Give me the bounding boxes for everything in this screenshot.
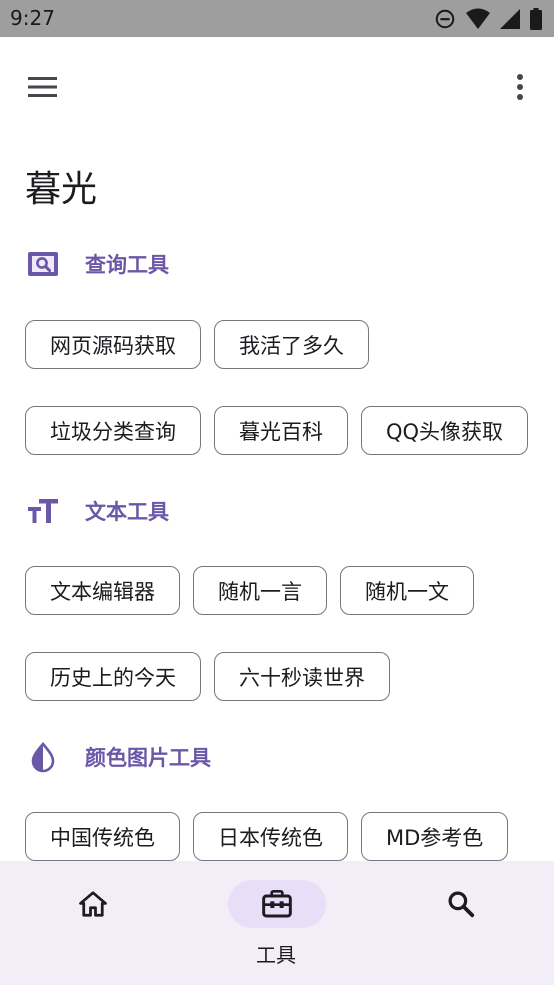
do-not-disturb-icon xyxy=(435,9,455,29)
status-time: 9:27 xyxy=(10,6,55,30)
home-icon xyxy=(79,891,107,917)
nav-indicator xyxy=(228,880,326,928)
chip-japanese-traditional-colors[interactable]: 日本传统色 xyxy=(193,812,348,861)
section-label: 颜色图片工具 xyxy=(85,746,211,770)
chip-row: 网页源码获取 我活了多久 xyxy=(25,320,369,369)
section-label: 文本工具 xyxy=(85,500,169,524)
app-bar xyxy=(0,37,554,137)
text-fields-icon xyxy=(28,499,58,523)
chip-qq-avatar[interactable]: QQ头像获取 xyxy=(361,406,529,455)
status-bar: 9:27 xyxy=(0,0,554,37)
chip-sixty-seconds-news[interactable]: 六十秒读世界 xyxy=(214,652,390,701)
chip-md-reference-colors[interactable]: MD参考色 xyxy=(361,812,509,861)
section-header-color-image-tools: 颜色图片工具 xyxy=(25,737,211,777)
chip-today-in-history[interactable]: 历史上的今天 xyxy=(25,652,201,701)
page-title: 暮光 xyxy=(25,169,98,210)
chip-garbage-classification[interactable]: 垃圾分类查询 xyxy=(25,406,201,455)
more-vert-icon xyxy=(517,74,523,100)
chip-row: 垃圾分类查询 暮光百科 QQ头像获取 xyxy=(25,406,529,455)
chip-row: 历史上的今天 六十秒读世界 xyxy=(25,652,390,701)
section-icon xyxy=(25,493,61,529)
chip-twilight-encyclopedia[interactable]: 暮光百科 xyxy=(214,406,348,455)
battery-icon xyxy=(530,8,542,30)
section-icon xyxy=(25,246,61,282)
chip-row: 文本编辑器 随机一言 随机一文 xyxy=(25,566,474,615)
chip-chinese-traditional-colors[interactable]: 中国传统色 xyxy=(25,812,180,861)
chip-row: 中国传统色 日本传统色 MD参考色 xyxy=(25,812,509,861)
status-icons xyxy=(434,8,542,30)
section-label: 查询工具 xyxy=(85,253,169,277)
section-icon xyxy=(25,739,61,775)
section-header-text-tools: 文本工具 xyxy=(25,491,169,531)
search-icon xyxy=(448,891,475,918)
menu-button[interactable] xyxy=(24,71,62,103)
wifi-icon xyxy=(466,8,490,29)
nav-item-tools[interactable]: 工具 xyxy=(206,861,346,985)
bottom-navigation: 工具 xyxy=(0,861,554,985)
chip-how-long-lived[interactable]: 我活了多久 xyxy=(214,320,369,369)
nav-indicator xyxy=(44,880,142,928)
nav-item-search[interactable] xyxy=(390,861,530,985)
hamburger-menu-icon xyxy=(28,77,57,97)
chip-webpage-source[interactable]: 网页源码获取 xyxy=(25,320,201,369)
chip-text-editor[interactable]: 文本编辑器 xyxy=(25,566,180,615)
signal-icon xyxy=(500,9,520,29)
more-options-button[interactable] xyxy=(512,71,528,103)
nav-label: 工具 xyxy=(256,943,296,967)
nav-item-home[interactable] xyxy=(22,861,162,985)
nav-indicator xyxy=(412,880,510,928)
invert-colors-icon xyxy=(31,742,55,773)
image-search-icon xyxy=(28,252,58,276)
chip-random-article[interactable]: 随机一文 xyxy=(340,566,474,615)
chip-random-quote[interactable]: 随机一言 xyxy=(193,566,327,615)
toolbox-icon xyxy=(262,890,292,918)
section-header-query-tools: 查询工具 xyxy=(25,244,169,284)
